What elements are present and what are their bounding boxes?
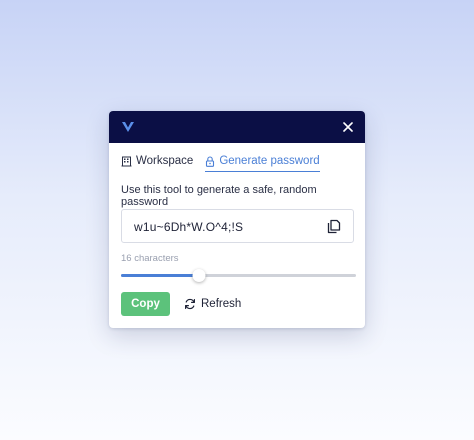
- tab-bar: Workspace Generate password: [121, 155, 353, 175]
- slider-fill: [121, 274, 199, 277]
- chevron-logo-icon: [122, 122, 134, 132]
- password-value[interactable]: w1u~6Dh*W.O^4;!S: [134, 220, 243, 234]
- length-slider[interactable]: [121, 269, 356, 282]
- tab-generate-password[interactable]: Generate password: [205, 155, 320, 172]
- character-count: 16 characters: [121, 253, 179, 264]
- tab-workspace-label: Workspace: [136, 155, 194, 167]
- tab-generate-password-label: Generate password: [219, 155, 320, 167]
- lock-icon: [206, 155, 215, 167]
- close-button[interactable]: [339, 118, 357, 136]
- slider-thumb[interactable]: [192, 269, 206, 282]
- copy-button[interactable]: Copy: [121, 292, 170, 316]
- refresh-label: Refresh: [201, 298, 242, 310]
- close-icon: [343, 122, 353, 132]
- copy-icon[interactable]: [327, 219, 341, 234]
- tab-workspace[interactable]: Workspace: [121, 155, 193, 171]
- refresh-icon: [185, 298, 195, 310]
- dialog-header: [109, 111, 365, 143]
- tool-description: Use this tool to generate a safe, random…: [121, 184, 317, 208]
- building-icon: [121, 156, 132, 166]
- password-field[interactable]: w1u~6Dh*W.O^4;!S: [121, 209, 354, 243]
- refresh-button[interactable]: Refresh: [184, 292, 241, 316]
- password-generator-dialog: Workspace Generate password Use this too…: [109, 111, 365, 328]
